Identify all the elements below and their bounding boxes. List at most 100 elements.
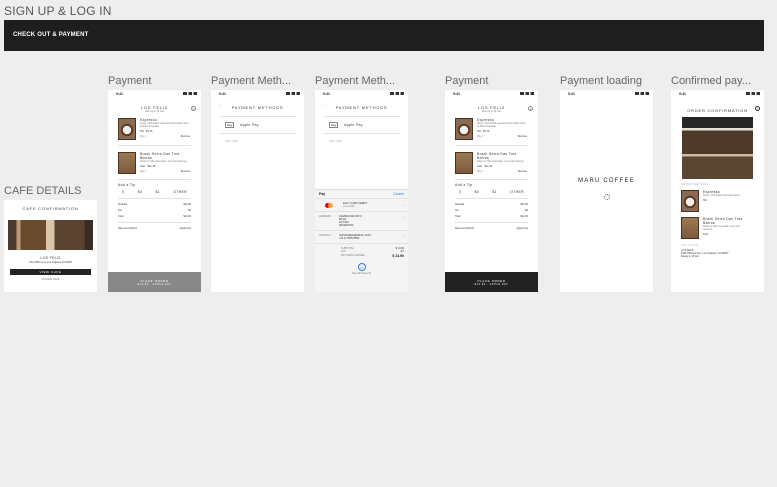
payment-loading-screen: 9:41 MARU COFFEE [560, 90, 653, 292]
cafe-photo [8, 220, 93, 250]
cafe-address: (The Office) Los Los Angeles CA 90027 [28, 261, 73, 264]
espresso-thumbnail [118, 118, 136, 140]
cafe-name: LOS FELIZ [40, 256, 61, 260]
remove-link[interactable]: Remove [518, 170, 527, 173]
frame-label-methods-1: Payment Meth... [211, 75, 292, 87]
add-card-link[interactable]: ADD CARD [329, 140, 408, 143]
payment-screen-1[interactable]: 9:41 LOS FELIZ Pick up in 15 min × Espre… [108, 90, 201, 292]
pickup-time: Ready in 15 min [681, 255, 700, 258]
apple-pay-icon: Pay [329, 122, 339, 128]
item-desc: Notes of milk chocolate, nuts and carame… [140, 160, 187, 163]
close-icon[interactable]: × [528, 106, 533, 111]
order-item: Brazil Serra Das Tres Barras Notes of mi… [681, 217, 764, 239]
espresso-thumbnail [681, 190, 699, 212]
tip-option[interactable]: 0 [122, 190, 124, 194]
location-label: LOCATION [681, 244, 699, 247]
tip-option[interactable]: $1 [155, 190, 160, 194]
item-desc: Notes of milk chocolate, nuts and carame… [477, 160, 524, 163]
tip-option[interactable]: OTHER [173, 190, 187, 194]
cafe-details-screen[interactable]: CAFE CONFIRMATION LOS FELIZ (The Office)… [4, 200, 97, 292]
cancel-button[interactable]: Cancel [393, 192, 404, 196]
cart-item: Brazil Serra Das Tres Barras Notes of mi… [118, 152, 201, 174]
apple-pay-sheet[interactable]: Pay Cancel EASY CARD CREDIT (••••) 1234 ›… [315, 189, 408, 292]
frame-label-cafe: CAFE DETAILS [4, 185, 82, 197]
apple-pay-option[interactable]: Pay Apple Pay [329, 122, 408, 128]
frame-label-loading: Payment loading [560, 75, 642, 87]
close-icon[interactable]: × [191, 106, 196, 111]
tip-option[interactable]: 0 [459, 190, 461, 194]
tip-option[interactable]: $0 [138, 190, 143, 194]
sheet-totals: SUBTOTAL $ 14.90 TAX $ 0 PAY MARU COFFEE $ … [341, 247, 404, 258]
coffee-bag-thumbnail [681, 217, 699, 239]
payment-screen-2[interactable]: 9:41 LOS FELIZ Pick up in 15 min × Espre… [445, 90, 538, 292]
chevron-right-icon: › [403, 203, 404, 207]
view-cafe-button[interactable]: VIEW CAFE [10, 269, 91, 275]
frame-label-methods-2: Payment Meth... [315, 75, 396, 87]
frame-label-payment-2: Payment [445, 75, 489, 87]
item-name: Brazil Serra Das Tres Barras [477, 152, 517, 160]
store-photo [682, 117, 753, 179]
cafe-header: CAFE CONFIRMATION [22, 206, 79, 211]
chevron-right-icon: › [403, 234, 404, 238]
face-id-label: Pay with Face ID [352, 272, 371, 275]
cart-item: Brazil Serra Das Tres Barras Notes of mi… [455, 152, 538, 174]
item-name: Brazil Serra Das Tres Barras [140, 152, 180, 160]
coffee-bag-thumbnail [455, 152, 473, 174]
payment-method-row[interactable]: Payment Method Apple Pay [118, 227, 191, 230]
payment-methods-screen-applepay[interactable]: 9:41 ‹ PAYMENT METHODS Pay Apple Pay ADD… [315, 90, 408, 292]
spinner-icon [603, 194, 610, 200]
remove-link[interactable]: Remove [181, 135, 190, 138]
place-order-button[interactable]: PLACE ORDER $14.90 · APPLE PAY [108, 272, 201, 292]
frame-label-confirmed: Confirmed pay... [671, 75, 751, 87]
section-title: SIGN UP & LOG IN [4, 4, 112, 18]
tip-option[interactable]: $0 [475, 190, 480, 194]
tip-options[interactable]: 0 $0 $1 OTHER [459, 190, 524, 194]
face-id-icon[interactable]: ☺ [357, 263, 366, 271]
tip-options[interactable]: 0 $0 $1 OTHER [122, 190, 187, 194]
status-bar: 9:41 [108, 90, 201, 98]
tip-label: Add a Tip [455, 183, 473, 187]
place-order-button[interactable]: PLACE ORDER $14.90 · APPLE PAY [445, 272, 538, 292]
payment-subtitle: Pick up in 15 min [481, 110, 502, 113]
payment-methods-screen[interactable]: 9:41 ‹ PAYMENT METHODS Pay Apple Pay ADD… [211, 90, 304, 292]
apple-pay-option[interactable]: Pay Apple Pay [225, 122, 304, 128]
mastercard-icon [325, 202, 333, 208]
tip-option[interactable]: $1 [492, 190, 497, 194]
cart-item: Espresso Deep, full-bodied espresso blen… [455, 118, 538, 140]
back-icon[interactable]: ‹ [325, 104, 326, 107]
tip-label: Add a Tip [118, 183, 136, 187]
status-bar: 9:41 [445, 90, 538, 98]
close-icon[interactable]: × [755, 106, 760, 111]
status-bar: 9:41 [560, 90, 653, 98]
status-bar: 9:41 [211, 90, 304, 98]
remove-link[interactable]: Remove [181, 170, 190, 173]
change-cafe-link[interactable]: CHANGE CAFE [4, 278, 97, 281]
status-bar: 9:41 [315, 90, 408, 98]
remove-link[interactable]: Remove [518, 135, 527, 138]
coffee-bag-thumbnail [118, 152, 136, 174]
methods-header: PAYMENT METHODS [231, 105, 284, 110]
item-desc: Deep, full-bodied espresso blend with no… [140, 122, 189, 128]
order-item: Espresso Deep, full-bodied espresso blen… [681, 190, 764, 212]
item-desc: Deep, full-bodied espresso blend with no… [477, 122, 526, 128]
card-row[interactable]: EASY CARD CREDIT (••••) 1234 › [315, 199, 408, 211]
status-bar: 9:41 [671, 90, 764, 98]
apple-pay-icon: Pay [225, 122, 235, 128]
brand-logo: MARU COFFEE [578, 178, 635, 184]
frame-label-payment-1: Payment [108, 75, 152, 87]
cart-item: Espresso Deep, full-bodied espresso blen… [118, 118, 201, 140]
chevron-right-icon: › [403, 215, 404, 219]
confirmed-payment-screen[interactable]: 9:41 ORDER CONFIRMATION × ORDER DETAILS … [671, 90, 764, 292]
checkout-banner[interactable]: CHECK OUT & PAYMENT [4, 20, 764, 51]
order-details-label: ORDER DETAILS [681, 183, 709, 186]
tip-option[interactable]: OTHER [510, 190, 524, 194]
back-icon[interactable]: ‹ [219, 104, 220, 107]
methods-header: PAYMENT METHODS [335, 105, 388, 110]
payment-subtitle: Pick up in 15 min [144, 110, 165, 113]
apple-pay-logo: Pay [319, 192, 326, 196]
address-row[interactable]: ADDRESS AVENIDA DE MAYO BS AS CP 1004 ARGE… [315, 212, 408, 230]
confirmation-header: ORDER CONFIRMATION [687, 108, 748, 113]
payment-method-row[interactable]: Payment Method Apple Pay [455, 227, 528, 230]
contact-row[interactable]: CONTACT APPLESEED@EMAIL.COM +54 11 5555-5… [315, 231, 408, 243]
add-card-link[interactable]: ADD CARD [225, 140, 304, 143]
